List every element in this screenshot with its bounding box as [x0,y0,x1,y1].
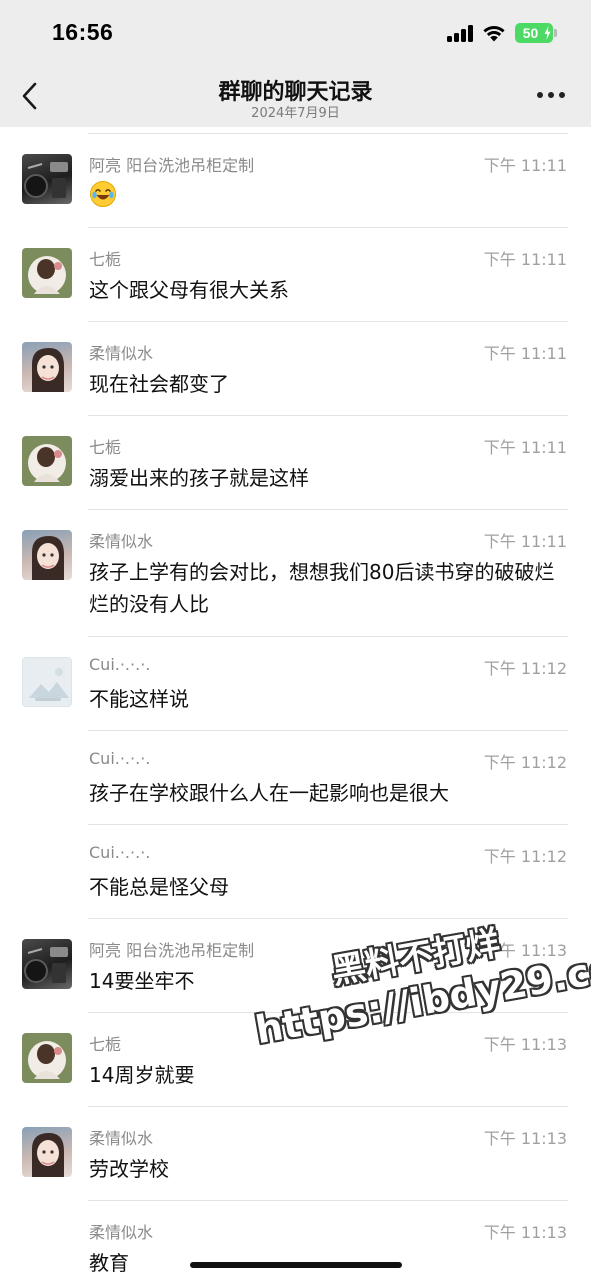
battery-level: 50 [522,25,539,41]
more-dots-icon[interactable] [537,92,565,100]
message-item[interactable]: Cui.·.·.·. 下午 11:12 不能总是怪父母 [0,825,591,919]
message-text: 这个跟父母有很大关系 [89,278,289,302]
sender-name: 七栀 [89,250,122,269]
girl-portrait-avatar[interactable] [22,1127,72,1177]
status-bar: 16:56 50 [0,0,591,62]
laughing-crying-emoji [90,181,116,207]
sender-name: 阿亮 阳台洗池吊柜定制 [89,156,255,175]
message-time: 下午 11:11 [483,532,567,551]
placeholder-image-avatar[interactable] [22,657,72,707]
message-time: 下午 11:13 [483,1035,567,1054]
message-item[interactable]: 柔情似水 下午 11:13 劳改学校 [0,1107,591,1201]
message-item[interactable]: 七栀 下午 11:11 这个跟父母有很大关系 [0,228,591,322]
message-time: 下午 11:12 [483,753,567,772]
message-text: 劳改学校 [89,1157,169,1181]
message-time: 下午 11:13 [483,1223,567,1242]
signal-icon [447,25,474,42]
girl-portrait-avatar[interactable] [22,342,72,392]
sender-name: Cui.·.·.·. [89,655,151,674]
charging-bolt-icon [544,26,551,40]
message-text: 14周岁就要 [89,1063,195,1087]
girl-green-avatar[interactable] [22,248,72,298]
message-time: 下午 11:11 [483,156,567,175]
message-text: 不能这样说 [89,687,189,711]
top-bar: 16:56 50 群聊的聊天记录 2024年7月9日 [0,0,591,127]
battery-cap [554,29,557,37]
car-interior-avatar[interactable] [22,939,72,989]
wifi-icon [483,25,505,42]
girl-green-avatar[interactable] [22,436,72,486]
sender-name: 柔情似水 [89,1223,154,1242]
page-subtitle-date: 2024年7月9日 [251,106,340,121]
sender-name: 柔情似水 [89,1129,154,1148]
message-time: 下午 11:12 [483,847,567,866]
message-text: 不能总是怪父母 [89,875,229,899]
navigation-bar: 群聊的聊天记录 2024年7月9日 [0,62,591,127]
message-item[interactable]: 七栀 下午 11:13 14周岁就要 [0,1013,591,1107]
message-item[interactable]: Cui.·.·.·. 下午 11:12 孩子在学校跟什么人在一起影响也是很大 [0,731,591,825]
status-time: 16:56 [52,19,114,45]
message-text: 溺爱出来的孩子就是这样 [89,466,309,490]
message-text: 14要坐牢不 [89,969,195,993]
message-text: 孩子在学校跟什么人在一起影响也是很大 [89,781,449,805]
sender-name: 柔情似水 [89,344,154,363]
sender-name: 七栀 [89,438,122,457]
sender-name: 七栀 [89,1035,122,1054]
girl-portrait-avatar[interactable] [22,530,72,580]
message-text: 现在社会都变了 [89,372,229,396]
message-time: 下午 11:11 [483,344,567,363]
message-item[interactable]: 阿亮 阳台洗池吊柜定制 下午 11:11 [0,134,591,228]
message-item[interactable]: 阿亮 阳台洗池吊柜定制 下午 11:13 14要坐牢不 [0,919,591,1013]
message-time: 下午 11:13 [483,941,567,960]
car-interior-avatar[interactable] [22,154,72,204]
sender-name: 柔情似水 [89,532,154,551]
message-text: 孩子上学有的会对比，想想我们80后读书穿的破破烂烂的没有人比 [89,560,555,616]
sender-name: Cui.·.·.·. [89,843,151,862]
message-item[interactable]: 柔情似水 下午 11:11 现在社会都变了 [0,322,591,416]
message-item[interactable]: 柔情似水 下午 11:13 教育 [0,1201,591,1280]
message-time: 下午 11:11 [483,250,567,269]
message-item[interactable]: 七栀 下午 11:11 溺爱出来的孩子就是这样 [0,416,591,510]
message-time: 下午 11:11 [483,438,567,457]
sender-name: 阿亮 阳台洗池吊柜定制 [89,941,255,960]
sender-name: Cui.·.·.·. [89,749,151,768]
message-item[interactable]: 柔情似水 下午 11:11 孩子上学有的会对比，想想我们80后读书穿的破破烂烂的… [0,510,591,637]
message-time: 下午 11:12 [483,659,567,678]
battery-icon: 50 [515,23,553,43]
home-indicator[interactable] [190,1262,402,1268]
message-time: 下午 11:13 [483,1129,567,1148]
message-item[interactable]: Cui.·.·.·. 下午 11:12 不能这样说 [0,637,591,731]
girl-green-avatar[interactable] [22,1033,72,1083]
